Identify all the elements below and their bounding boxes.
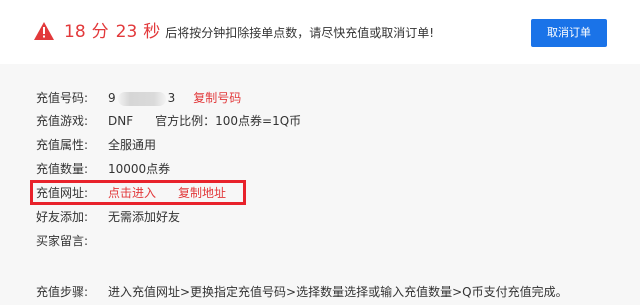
attribute-value: 全服通用 [108,138,157,152]
game-ratio: 官方比例：100点券=1Q币 [155,114,302,128]
quantity-value: 10000点券 [108,162,171,176]
countdown-seconds: 23 [115,22,138,42]
top-bar: 18 分 23 秒后将按分钟扣除接单点数，请尽快充值或取消订单! 取消订单 [0,0,640,64]
detail-row-steps: 充值步骤: 进入充值网址>更换指定充值号码>选择数量选择或输入充值数量>Q币支付充… [36,282,568,302]
buyer-message-label: 买家留言: [36,234,89,248]
detail-row-attribute: 充值属性: 全服通用 [36,135,156,155]
detail-row-number: 充值号码: 9 3 复制号码 [36,88,241,108]
countdown-notice: 18 分 23 秒后将按分钟扣除接单点数，请尽快充值或取消订单! [64,20,434,44]
steps-value: 进入充值网址>更换指定充值号码>选择数量选择或输入充值数量>Q币支付充值完成。 [108,285,568,299]
detail-row-game: 充值游戏: DNF 官方比例：100点券=1Q币 [36,111,301,131]
cancel-order-button[interactable]: 取消订单 [531,19,607,47]
copy-number-link[interactable]: 复制号码 [193,91,241,105]
countdown-minutes-unit: 分 [91,22,109,42]
quantity-label: 充值数量: [36,162,89,176]
countdown-seconds-unit: 秒 [143,22,161,42]
game-label: 充值游戏: [36,114,89,128]
friend-label: 好友添加: [36,210,89,224]
url-highlight-box [30,180,246,205]
steps-label: 充值步骤: [36,285,89,299]
masked-number-blur [117,91,166,106]
number-label: 充值号码: [36,91,89,105]
countdown-minutes: 18 [64,22,86,42]
countdown-message: 后将按分钟扣除接单点数，请尽快充值或取消订单! [165,26,435,40]
detail-row-friend: 好友添加: 无需添加好友 [36,207,180,227]
number-value-prefix: 9 [108,91,116,105]
friend-value: 无需添加好友 [108,210,181,224]
detail-row-message: 买家留言: [36,231,108,251]
number-value-suffix: 3 [167,91,176,105]
warning-icon [34,22,54,40]
game-value: DNF [108,114,134,128]
attribute-label: 充值属性: [36,138,89,152]
detail-row-quantity: 充值数量: 10000点券 [36,159,170,179]
